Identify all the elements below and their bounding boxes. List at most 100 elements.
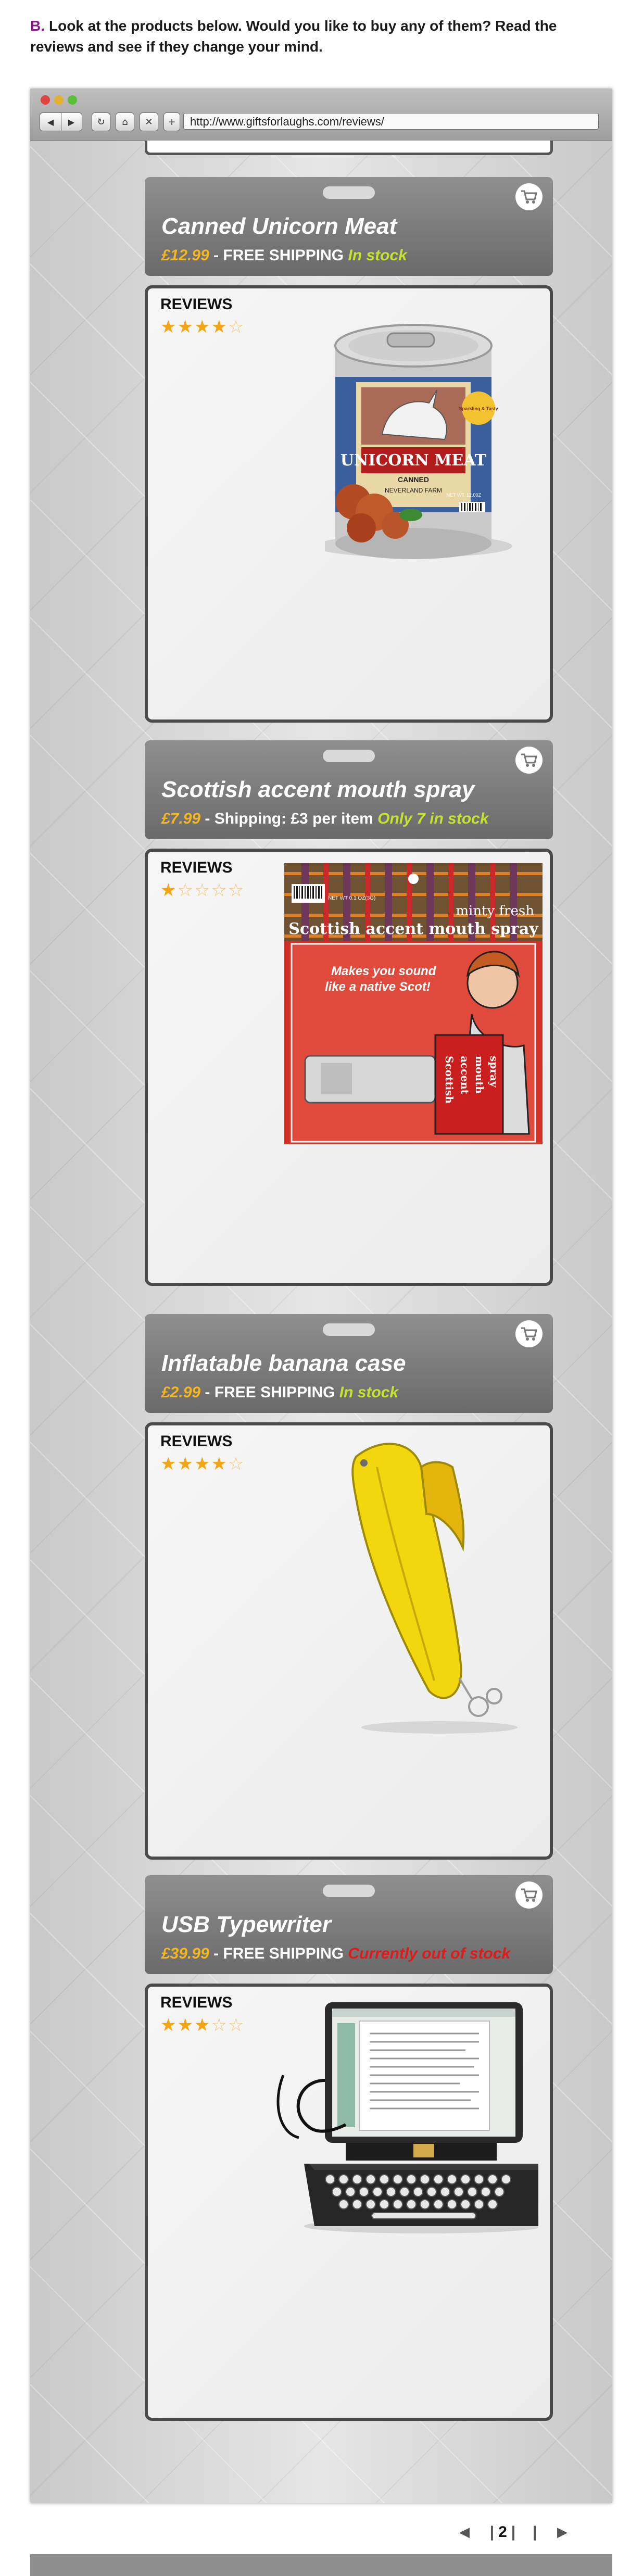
shipping: - FREE SHIPPING — [209, 247, 348, 264]
price: £7.99 — [161, 810, 201, 827]
bottle-text-4: spray — [488, 1056, 500, 1088]
stars-filled: ★★★★ — [160, 317, 228, 337]
cart-button[interactable] — [515, 747, 543, 774]
stars-filled: ★★★ — [160, 2015, 211, 2036]
stop-icon[interactable]: ✕ — [140, 112, 158, 131]
reviews-panel-spray: REVIEWS ★☆☆☆☆ NET WT 0.1 OZ(3G) minty fr… — [145, 849, 553, 1286]
reload-icon[interactable]: ↻ — [92, 112, 110, 131]
product-title: Inflatable banana case — [161, 1350, 406, 1376]
page-separator: | — [489, 2523, 495, 2541]
new-tab-icon[interactable]: + — [163, 112, 180, 131]
price: £2.99 — [161, 1384, 201, 1401]
banana-case-image — [351, 1443, 518, 1734]
can-badge: Sparkling & Tasty — [459, 406, 498, 411]
instructions-text: Look at the products below. Would you li… — [30, 18, 557, 55]
stars-empty: ☆ — [228, 317, 245, 337]
header-tab — [323, 186, 375, 199]
cart-button[interactable] — [515, 1882, 543, 1909]
next-page-icon[interactable]: ▶ — [557, 2524, 568, 2540]
star-rating: ★★★★☆ — [160, 317, 245, 337]
price: £39.99 — [161, 1945, 209, 1962]
header-tab — [323, 1885, 375, 1897]
close-window-button[interactable] — [41, 95, 50, 105]
cart-button[interactable] — [515, 183, 543, 210]
maximize-window-button[interactable] — [68, 95, 77, 105]
stock-status: Only 7 in stock — [377, 810, 489, 827]
home-icon[interactable]: ⌂ — [116, 112, 134, 131]
cart-icon — [521, 753, 537, 767]
instructions: B. Look at the products below. Would you … — [30, 16, 613, 57]
cart-icon — [521, 1888, 537, 1902]
cart-icon — [521, 190, 537, 204]
price-line: £2.99 - FREE SHIPPING In stock — [161, 1384, 398, 1401]
address-bar[interactable]: http://www.giftsforlaughs.com/reviews/ — [183, 113, 599, 130]
product-header-typewriter: USB Typewriter £39.99 - FREE SHIPPING Cu… — [145, 1875, 553, 1974]
stock-status: Currently out of stock — [348, 1945, 511, 1962]
cart-button[interactable] — [515, 1320, 543, 1347]
product-header-spray: Scottish accent mouth spray £7.99 - Ship… — [145, 740, 553, 839]
browser-toolbar: ◀ ▶ ↻ ⌂ ✕ + http://www.giftsforlaughs.co… — [30, 89, 612, 141]
spray-package-image: NET WT 0.1 OZ(3G) minty fresh Scottish a… — [284, 863, 543, 1144]
reviews-label: REVIEWS — [160, 1994, 233, 2011]
stars-empty: ☆ — [228, 1454, 245, 1474]
prev-page-icon[interactable]: ◀ — [459, 2524, 470, 2540]
page-separator: | — [532, 2523, 537, 2541]
pack-flavour: minty fresh — [456, 903, 534, 919]
header-tab — [323, 750, 375, 762]
page-3-link[interactable]: 3 — [515, 2523, 533, 2541]
pack-netwt: NET WT 0.1 OZ(3G) — [328, 895, 375, 901]
stars-filled: ★★★★ — [160, 1454, 228, 1474]
minimize-window-button[interactable] — [54, 95, 64, 105]
can-brand: UNICORN MEAT — [341, 451, 487, 470]
forward-icon[interactable]: ▶ — [61, 113, 82, 131]
browser-window: ◀ ▶ ↻ ⌂ ✕ + http://www.giftsforlaughs.co… — [30, 89, 612, 2576]
price-line: £39.99 - FREE SHIPPING Currently out of … — [161, 1945, 510, 1963]
browser-status-bar — [30, 2554, 612, 2576]
page-2-current[interactable]: 2 — [494, 2523, 511, 2541]
stars-filled: ★ — [160, 880, 178, 901]
product-title: Canned Unicorn Meat — [161, 213, 397, 239]
shipping: - Shipping: £3 per item — [200, 810, 378, 827]
reviews-panel-banana: REVIEWS ★★★★☆ — [145, 1422, 553, 1860]
reviews-panel-typewriter: REVIEWS ★★★☆☆ — [145, 1984, 553, 2421]
price-line: £7.99 - Shipping: £3 per item Only 7 in … — [161, 810, 489, 828]
back-forward-group: ◀ ▶ — [40, 112, 82, 131]
bottle-text-1: Scottish — [443, 1056, 456, 1104]
pagination: ◀ 1 | 2 | 3 | 4 ▶ — [456, 2521, 571, 2544]
stars-empty: ☆☆☆☆ — [177, 880, 245, 901]
star-rating: ★☆☆☆☆ — [160, 880, 245, 901]
page-1-link[interactable]: 1 — [473, 2523, 490, 2541]
stock-status: In stock — [339, 1384, 399, 1401]
usb-typewriter-image — [276, 2002, 538, 2233]
reviews-label: REVIEWS — [160, 859, 233, 876]
reviews-panel-unicorn: REVIEWS ★★★★☆ UNICORN MEAT CANNED NEVERL… — [145, 285, 553, 723]
unicorn-can-image: UNICORN MEAT CANNED NEVERLAND FARM Spark… — [325, 324, 512, 559]
bottle-text-2: accent — [459, 1056, 471, 1095]
product-header-unicorn: Canned Unicorn Meat £12.99 - FREE SHIPPI… — [145, 177, 553, 276]
shipping: - FREE SHIPPING — [200, 1384, 339, 1401]
shipping: - FREE SHIPPING — [209, 1945, 348, 1962]
previous-card-edge — [145, 141, 553, 155]
price: £12.99 — [161, 247, 209, 264]
can-farm: NEVERLAND FARM — [385, 487, 442, 494]
stock-status: In stock — [348, 247, 407, 264]
back-icon[interactable]: ◀ — [40, 113, 61, 131]
page-4-link[interactable]: 4 — [537, 2523, 554, 2541]
product-title: USB Typewriter — [161, 1912, 332, 1937]
cart-icon — [521, 1327, 537, 1341]
star-rating: ★★★☆☆ — [160, 2015, 245, 2036]
reviews-label: REVIEWS — [160, 1433, 233, 1450]
can-sub: CANNED — [398, 475, 429, 484]
reviews-label: REVIEWS — [160, 296, 233, 313]
price-line: £12.99 - FREE SHIPPING In stock — [161, 247, 407, 264]
bottle-text-3: mouth — [473, 1056, 486, 1094]
pack-slogan-1: Makes you sound — [331, 964, 437, 978]
stars-empty: ☆☆ — [211, 2015, 245, 2036]
pack-name: Scottish accent mouth spray — [288, 920, 539, 938]
instructions-letter: B. — [30, 18, 45, 34]
pack-slogan-2: like a native Scot! — [325, 980, 431, 994]
can-weight: NET WT. 12.00Z — [447, 493, 482, 498]
product-header-banana: Inflatable banana case £2.99 - FREE SHIP… — [145, 1314, 553, 1413]
header-tab — [323, 1323, 375, 1336]
product-title: Scottish accent mouth spray — [161, 777, 475, 802]
